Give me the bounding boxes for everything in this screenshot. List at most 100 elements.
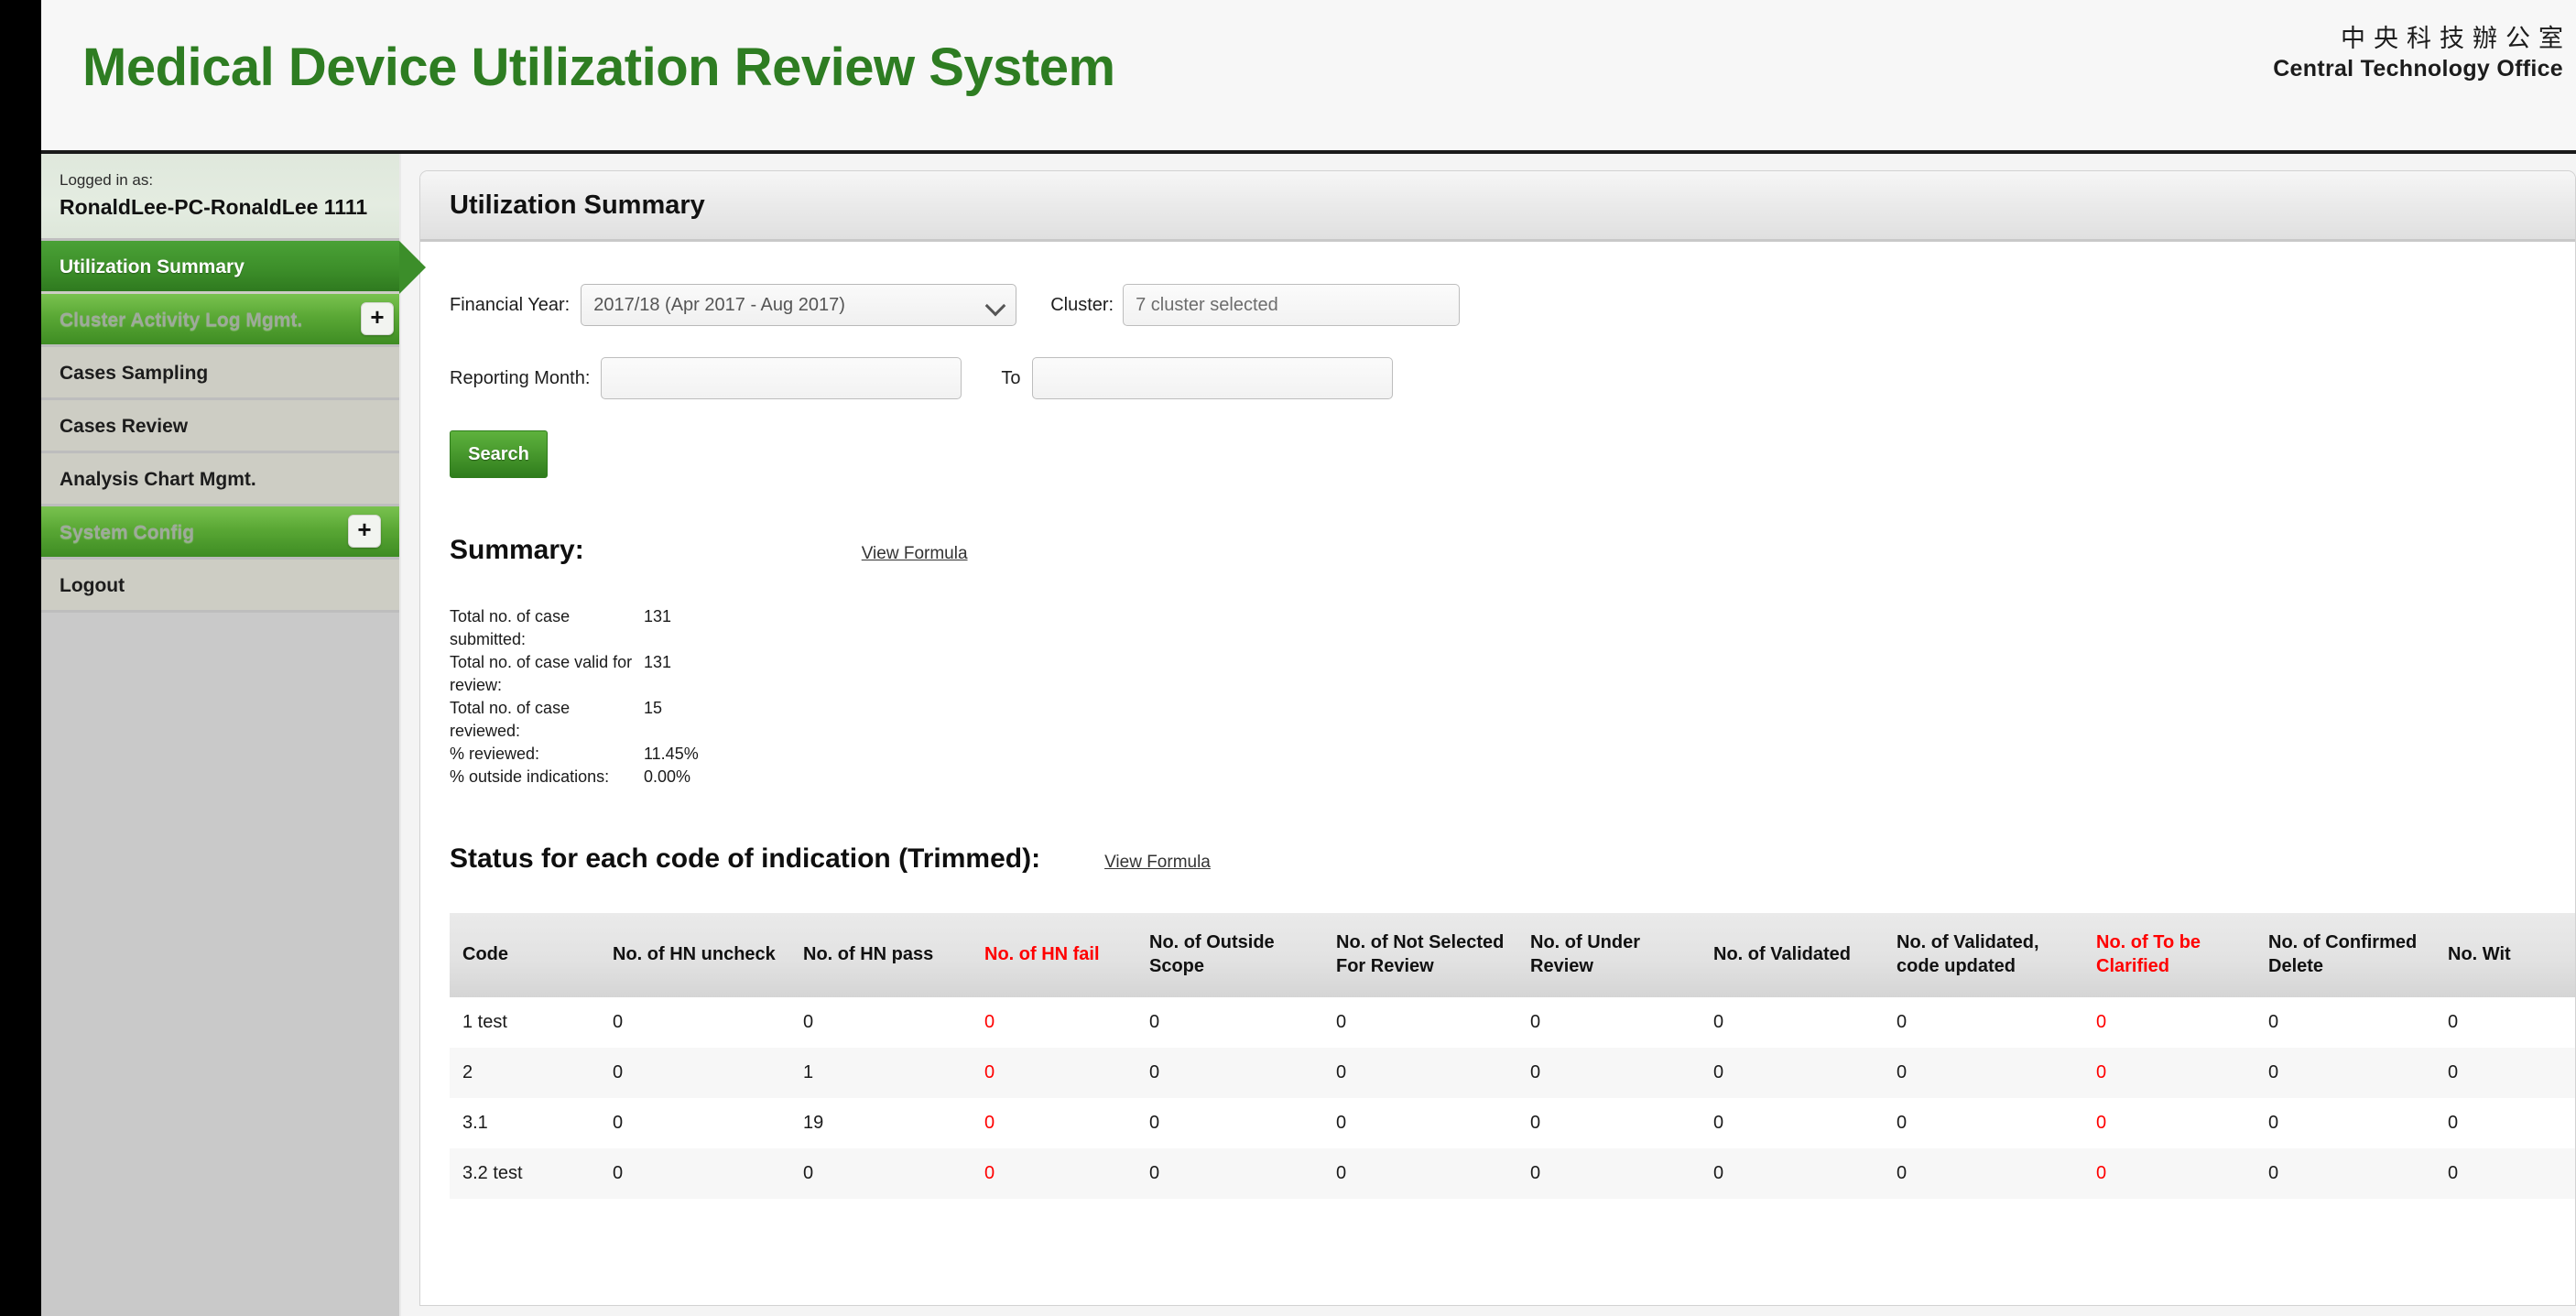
table-cell: 0 bbox=[1530, 1163, 1541, 1183]
utilization-summary-panel: Utilization Summary Financial Year: 2017… bbox=[419, 170, 2576, 1306]
sidebar-item-cluster-activity-log-mgmt[interactable]: Cluster Activity Log Mgmt. + bbox=[41, 293, 399, 347]
table-cell: 0 bbox=[2448, 1062, 2459, 1082]
summary-stat-value: 131 bbox=[644, 653, 672, 671]
table-cell: 0 bbox=[1897, 1113, 1908, 1133]
table-column-header: No. of Confirmed Delete bbox=[2255, 913, 2435, 997]
table-cell: 0 bbox=[2448, 1113, 2459, 1133]
table-row: 3.2 test 0 0 0 0 0 0 0 0 0 0 0 bbox=[450, 1148, 2575, 1199]
summary-stat-row: Total no. of case reviewed: 15 bbox=[450, 697, 2575, 743]
table-column-header: No. of Validated bbox=[1701, 913, 1884, 997]
financial-year-value: 2017/18 (Apr 2017 - Aug 2017) bbox=[593, 295, 845, 315]
chevron-down-icon bbox=[984, 295, 1006, 317]
plus-icon[interactable]: + bbox=[361, 302, 394, 336]
reporting-month-label: Reporting Month: bbox=[450, 367, 591, 388]
table-cell: 0 bbox=[2268, 1062, 2279, 1082]
table-column-header: No. of To be Clarified bbox=[2083, 913, 2255, 997]
status-table-wrap: Code No. of HN uncheck No. of HN pass No. o… bbox=[450, 913, 2575, 1199]
status-table: Code No. of HN uncheck No. of HN pass No. o… bbox=[450, 913, 2575, 1199]
status-table-head: Code No. of HN uncheck No. of HN pass No. o… bbox=[450, 913, 2575, 997]
reporting-month-to-input[interactable] bbox=[1031, 357, 1393, 399]
org-logo-english: Central Technology Office bbox=[2273, 55, 2563, 82]
table-cell: 0 bbox=[2268, 1012, 2279, 1032]
summary-stat-row: % outside indications: 0.00% bbox=[450, 766, 2575, 789]
filter-row-months: Reporting Month: To bbox=[450, 357, 2575, 399]
table-cell: 0 bbox=[803, 1012, 814, 1032]
panel-header: Utilization Summary bbox=[420, 171, 2575, 242]
table-cell: 0 bbox=[1149, 1163, 1160, 1183]
table-cell: 0 bbox=[984, 1062, 995, 1082]
table-column-header: No. of Under Review bbox=[1517, 913, 1701, 997]
cluster-label: Cluster: bbox=[1050, 294, 1114, 315]
table-cell: 1 test bbox=[462, 1012, 507, 1032]
table-cell: 0 bbox=[984, 1113, 995, 1133]
table-cell: 0 bbox=[1336, 1113, 1347, 1133]
table-cell: 0 bbox=[1713, 1163, 1724, 1183]
summary-stat-row: Total no. of case submitted: 131 bbox=[450, 605, 2575, 651]
app-title: Medical Device Utilization Review System bbox=[82, 38, 1115, 97]
table-cell: 0 bbox=[1530, 1062, 1541, 1082]
summary-stat-label: % outside indications: bbox=[450, 767, 610, 786]
reporting-month-from-input[interactable] bbox=[601, 357, 962, 399]
table-cell: 0 bbox=[1713, 1062, 1724, 1082]
table-cell: 0 bbox=[1713, 1012, 1724, 1032]
logged-in-username: RonaldLee-PC-RonaldLee 1111 bbox=[60, 194, 368, 219]
table-cell: 0 bbox=[2448, 1163, 2459, 1183]
table-cell: 0 bbox=[1336, 1163, 1347, 1183]
table-cell: 0 bbox=[2448, 1012, 2459, 1032]
summary-stat-label: Total no. of case submitted: bbox=[450, 607, 571, 648]
table-cell: 1 bbox=[803, 1062, 814, 1082]
status-section-header: Status for each code of indication (Trim… bbox=[450, 843, 2575, 875]
table-cell: 0 bbox=[1149, 1062, 1160, 1082]
sidebar-item-label: Logout bbox=[60, 574, 125, 596]
summary-stat-label: Total no. of case valid for review: bbox=[450, 653, 633, 694]
financial-year-label: Financial Year: bbox=[450, 294, 571, 315]
status-table-body: 1 test 0 0 0 0 0 0 0 0 0 0 0 2 0 1 0 0 0 0 0 0 0 0 0 3.1 0 19 0 0 0 0 0… bbox=[450, 997, 2575, 1199]
summary-section-header: Summary: View Formula bbox=[450, 535, 2575, 566]
logged-in-box: Logged in as: RonaldLee-PC-RonaldLee 111… bbox=[41, 154, 399, 241]
table-cell: 0 bbox=[2268, 1163, 2279, 1183]
table-cell: 0 bbox=[613, 1163, 624, 1183]
cluster-input[interactable]: 7 cluster selected bbox=[1123, 284, 1461, 326]
table-column-header: No. of HN fail bbox=[972, 913, 1136, 997]
table-cell: 0 bbox=[613, 1062, 624, 1082]
sidebar-item-label: Analysis Chart Mgmt. bbox=[60, 468, 256, 490]
table-column-header: No. of Not Selected For Review bbox=[1323, 913, 1517, 997]
logged-in-label: Logged in as: bbox=[60, 171, 154, 189]
table-cell: 0 bbox=[984, 1163, 995, 1183]
sidebar-item-utilization-summary[interactable]: Utilization Summary bbox=[41, 240, 426, 294]
table-cell: 0 bbox=[803, 1163, 814, 1183]
page-root: Medical Device Utilization Review System… bbox=[41, 0, 2576, 1316]
table-cell: 0 bbox=[1530, 1113, 1541, 1133]
summary-view-formula-link[interactable]: View Formula bbox=[862, 544, 968, 564]
table-column-header: Code bbox=[450, 913, 600, 997]
table-cell: 3.1 bbox=[462, 1113, 488, 1133]
table-cell: 2 bbox=[462, 1062, 473, 1082]
summary-statistics: Total no. of case submitted: 131 Total n… bbox=[450, 605, 2575, 789]
sidebar: Logged in as: RonaldLee-PC-RonaldLee 111… bbox=[41, 154, 426, 1316]
to-label: To bbox=[1001, 367, 1021, 388]
app-banner: Medical Device Utilization Review System… bbox=[41, 0, 2576, 154]
table-cell: 0 bbox=[1530, 1012, 1541, 1032]
summary-stat-value: 11.45% bbox=[644, 745, 699, 763]
financial-year-select[interactable]: 2017/18 (Apr 2017 - Aug 2017) bbox=[581, 284, 1017, 326]
sidebar-item-analysis-chart-mgmt[interactable]: Analysis Chart Mgmt. bbox=[41, 452, 399, 506]
sidebar-item-cases-review[interactable]: Cases Review bbox=[41, 399, 399, 453]
sidebar-item-label: System Config bbox=[60, 521, 195, 543]
plus-icon[interactable]: + bbox=[348, 515, 381, 549]
table-row: 1 test 0 0 0 0 0 0 0 0 0 0 0 bbox=[450, 997, 2575, 1048]
sidebar-item-system-config[interactable]: System Config + bbox=[41, 506, 399, 560]
table-cell: 0 bbox=[1336, 1062, 1347, 1082]
table-row: 2 0 1 0 0 0 0 0 0 0 0 0 bbox=[450, 1048, 2575, 1098]
sidebar-item-logout[interactable]: Logout bbox=[41, 559, 399, 613]
summary-stat-row: Total no. of case valid for review: 131 bbox=[450, 651, 2575, 697]
status-view-formula-link[interactable]: View Formula bbox=[1104, 853, 1211, 873]
panel-body: Financial Year: 2017/18 (Apr 2017 - Aug … bbox=[420, 242, 2575, 1199]
summary-stat-label: Total no. of case reviewed: bbox=[450, 699, 571, 740]
summary-stat-row: % reviewed: 11.45% bbox=[450, 743, 2575, 766]
table-cell: 0 bbox=[2096, 1012, 2107, 1032]
search-button[interactable]: Search bbox=[450, 430, 548, 478]
summary-stat-value: 15 bbox=[644, 699, 663, 717]
sidebar-item-cases-sampling[interactable]: Cases Sampling bbox=[41, 346, 399, 400]
table-cell: 0 bbox=[984, 1012, 995, 1032]
table-cell: 0 bbox=[1897, 1163, 1908, 1183]
